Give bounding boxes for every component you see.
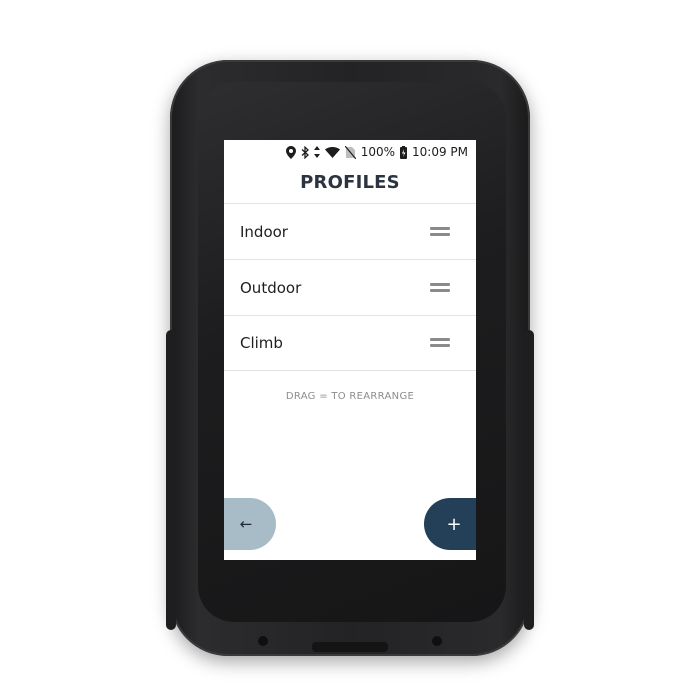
- bluetooth-icon: [301, 145, 309, 159]
- rearrange-hint: DRAG = TO REARRANGE: [285, 391, 415, 402]
- plus-icon: +: [446, 513, 462, 535]
- back-arrow-icon: ←: [239, 515, 253, 533]
- profile-item-climb[interactable]: Climb: [224, 315, 476, 371]
- wifi-icon: [324, 146, 340, 158]
- profile-list: Indoor Outdoor Climb: [224, 203, 476, 371]
- left-side-grip: [166, 330, 176, 630]
- profile-item-outdoor[interactable]: Outdoor: [224, 259, 476, 315]
- add-profile-button[interactable]: +: [424, 498, 476, 550]
- drag-handle-icon[interactable]: [430, 338, 450, 348]
- right-side-grip: [524, 330, 534, 630]
- device-screen: 100% 10:09 PM PROFILES Indoor Outdoor Cl…: [224, 140, 476, 560]
- profile-item-indoor[interactable]: Indoor: [224, 203, 476, 259]
- back-button[interactable]: ←: [224, 498, 276, 550]
- profile-label: Climb: [240, 334, 283, 352]
- transfer-arrows-icon: [313, 146, 320, 158]
- mount-hole-right: [432, 636, 442, 646]
- profile-label: Outdoor: [240, 278, 302, 297]
- clock-time: 10:09 PM: [412, 145, 468, 159]
- drag-handle-icon[interactable]: [430, 282, 450, 293]
- usb-port: [312, 642, 388, 652]
- page-title: PROFILES: [300, 172, 400, 193]
- drag-handle-icon[interactable]: [430, 226, 450, 237]
- mount-hole-left: [258, 636, 268, 646]
- profile-label: Indoor: [240, 222, 288, 241]
- battery-percent: 100%: [360, 145, 395, 159]
- location-pin-icon: [285, 145, 296, 159]
- no-sim-icon: [344, 145, 356, 159]
- battery-charging-icon: [400, 145, 407, 159]
- status-bar: 100% 10:09 PM: [224, 140, 476, 164]
